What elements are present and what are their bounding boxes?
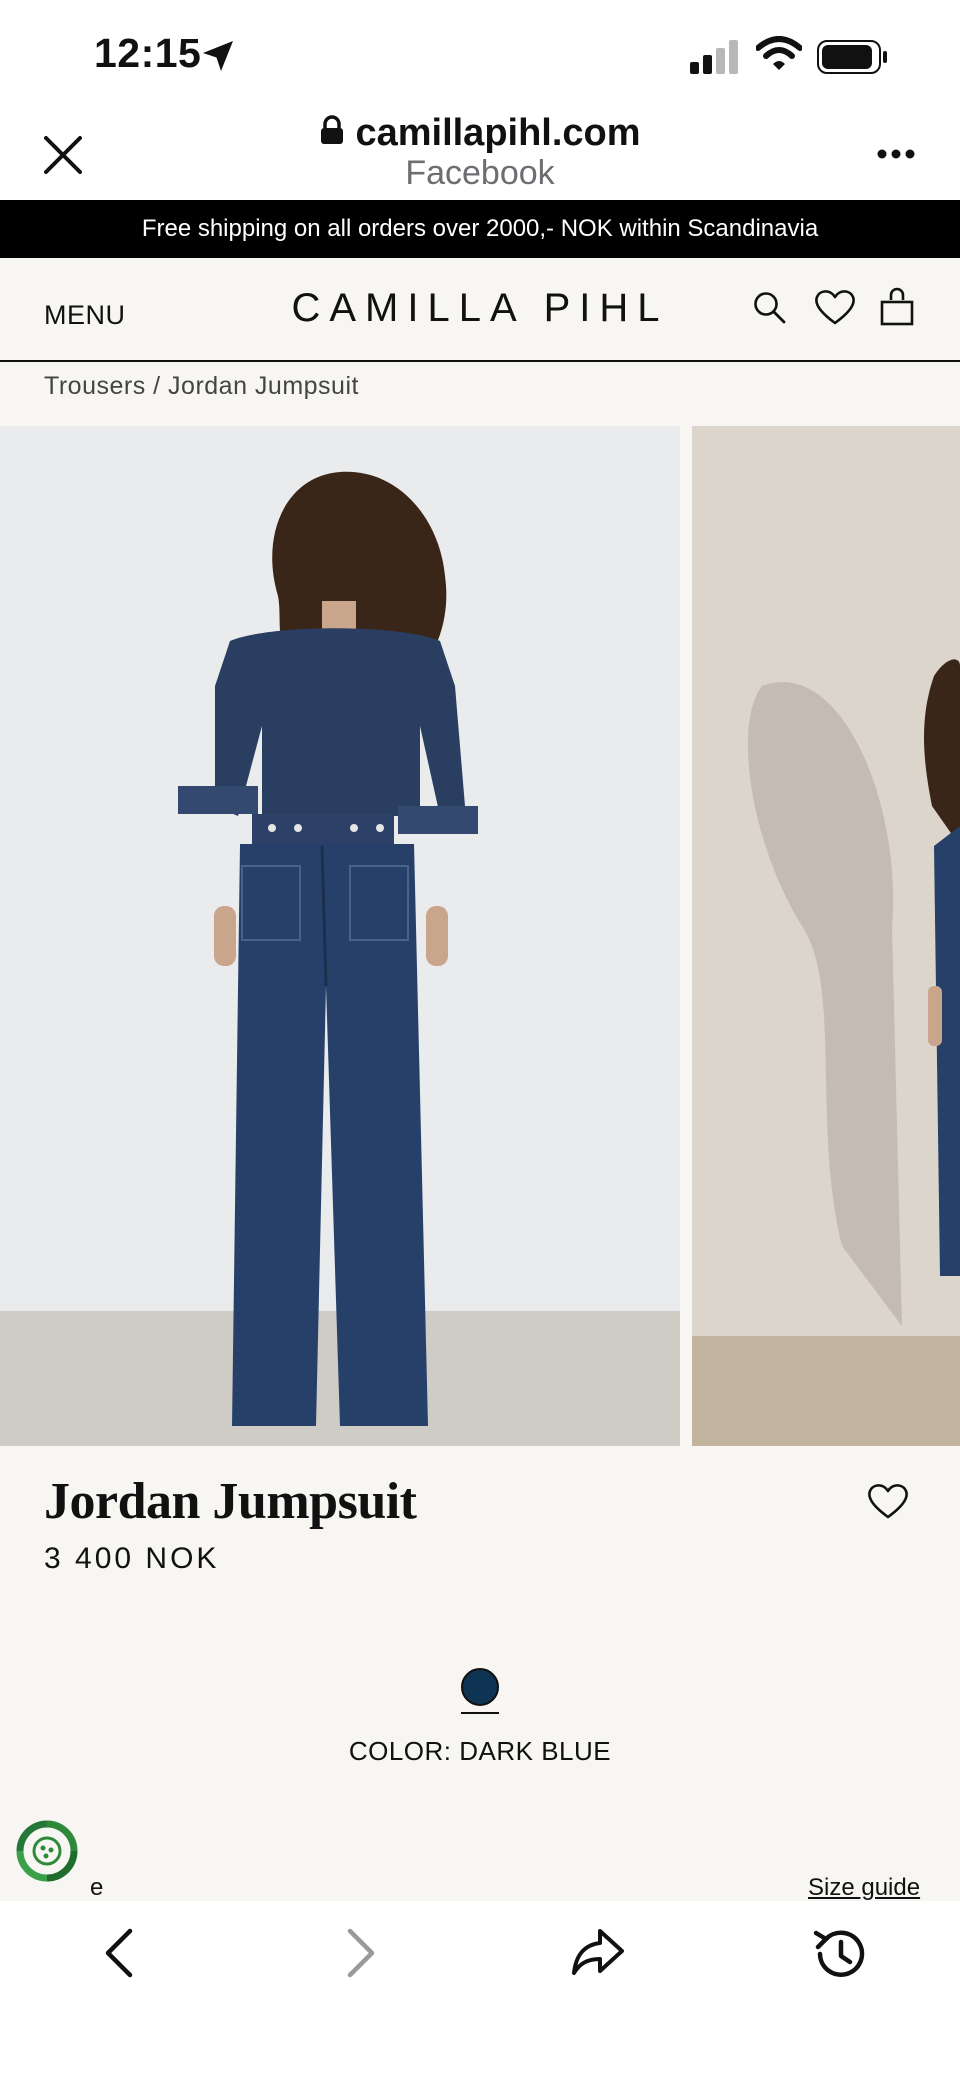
url-source: Facebook xyxy=(405,154,555,192)
product-photo-front[interactable] xyxy=(692,426,960,1446)
announcement-bar: Free shipping on all orders over 2000,- … xyxy=(0,200,960,258)
breadcrumb: Trousers / Jordan Jumpsuit xyxy=(0,362,960,426)
product-price: 3 400 NOK xyxy=(44,1542,220,1575)
browser-toolbar xyxy=(0,1901,960,2077)
url-area[interactable]: camillapihl.com xyxy=(0,112,960,155)
wishlist-heart-icon[interactable] xyxy=(866,1482,910,1520)
more-icon[interactable] xyxy=(876,148,916,160)
wifi-icon xyxy=(756,36,802,70)
history-icon[interactable] xyxy=(810,1925,868,1983)
battery-icon xyxy=(817,40,887,74)
signal-icon xyxy=(690,40,738,74)
location-arrow-icon xyxy=(203,41,233,71)
product-photo-back[interactable] xyxy=(0,426,680,1446)
size-guide-link[interactable]: Size guide xyxy=(808,1874,920,1902)
eco-icon[interactable] xyxy=(16,1820,78,1882)
swatch-selected-indicator xyxy=(461,1712,499,1714)
share-icon[interactable] xyxy=(570,1925,626,1979)
product-title: Jordan Jumpsuit xyxy=(44,1473,417,1530)
bag-icon[interactable] xyxy=(880,286,914,326)
site-header: MENU CAMILLA PIHL xyxy=(0,258,960,362)
product-info: Jordan Jumpsuit 3 400 NOK COLOR: DARK BL… xyxy=(0,1446,960,1901)
url-domain: camillapihl.com xyxy=(355,112,641,154)
browser-bar: camillapihl.com Facebook xyxy=(0,112,960,200)
lock-icon xyxy=(321,114,344,144)
forward-icon[interactable] xyxy=(340,1927,380,1979)
product-gallery[interactable] xyxy=(0,426,960,1446)
status-bar: 12:15 xyxy=(0,0,960,112)
color-swatch-dark-blue[interactable] xyxy=(461,1668,499,1706)
status-time: 12:15 xyxy=(94,30,202,76)
color-label: COLOR: DARK BLUE xyxy=(348,1736,612,1766)
size-label-partial: e xyxy=(90,1874,104,1901)
search-icon[interactable] xyxy=(752,290,786,324)
breadcrumb-text[interactable]: Trousers / Jordan Jumpsuit xyxy=(44,372,359,401)
heart-icon[interactable] xyxy=(813,288,857,326)
back-icon[interactable] xyxy=(100,1927,140,1979)
